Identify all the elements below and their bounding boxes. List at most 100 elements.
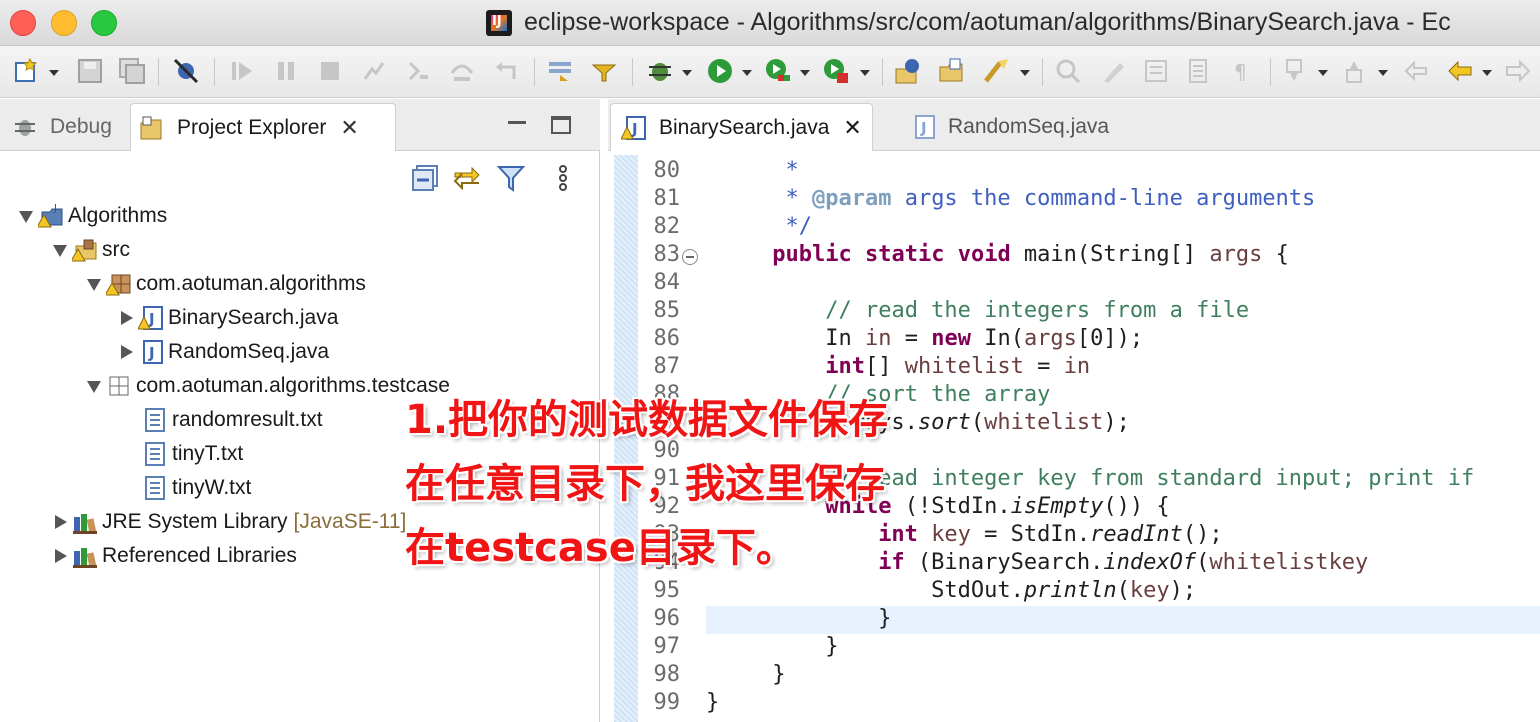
use-step-filters-icon[interactable] xyxy=(590,57,618,85)
toolbar-separator xyxy=(534,58,535,86)
search-icon[interactable] xyxy=(982,57,1010,85)
coverage-dropdown-icon[interactable] xyxy=(800,70,810,76)
open-type-icon[interactable] xyxy=(938,57,966,85)
toggle-block-selection-icon[interactable] xyxy=(1100,57,1128,85)
tree-item-label: src xyxy=(102,238,130,261)
tree-item-tinyt[interactable]: tinyT.txt xyxy=(142,437,243,471)
back-icon[interactable] xyxy=(1446,57,1474,85)
code-line[interactable]: StdOut.println(key); xyxy=(706,578,1196,606)
code-line[interactable]: * @param args the command-line arguments xyxy=(706,186,1315,214)
title-bar: eclipse-workspace - Algorithms/src/com/a… xyxy=(0,0,1540,46)
toolbar-separator xyxy=(1270,58,1271,86)
code-line[interactable]: // read the integers from a file xyxy=(706,298,1249,326)
expand-toggle-icon[interactable] xyxy=(118,344,134,360)
link-with-editor-icon[interactable] xyxy=(452,163,482,193)
save-icon[interactable] xyxy=(76,57,104,85)
tab-randomseq-java[interactable]: J RandomSeq.java xyxy=(900,103,1119,151)
new-icon[interactable] xyxy=(12,57,40,85)
debug-icon[interactable] xyxy=(646,57,674,85)
maximize-view-button[interactable] xyxy=(551,116,571,134)
show-whitespace-icon[interactable] xyxy=(1142,57,1170,85)
tree-item-src[interactable]: src xyxy=(52,233,130,267)
disconnect-icon[interactable] xyxy=(360,57,388,85)
back-dropdown-icon[interactable] xyxy=(1482,70,1492,76)
code-line[interactable]: int[] whitelist = in xyxy=(706,354,1090,382)
next-annotation-icon[interactable] xyxy=(1282,57,1310,85)
external-tools-icon[interactable] xyxy=(822,57,850,85)
code-line[interactable]: In in = new In(args[0]); xyxy=(706,326,1143,354)
expand-toggle-icon[interactable] xyxy=(86,378,102,394)
code-line[interactable]: } xyxy=(706,690,719,718)
previous-annotation-dropdown-icon[interactable] xyxy=(1378,70,1388,76)
search-dropdown-icon[interactable] xyxy=(1020,70,1030,76)
minimize-window-button[interactable] xyxy=(51,10,77,36)
terminate-icon[interactable] xyxy=(316,57,344,85)
tree-item-randomseq[interactable]: J RandomSeq.java xyxy=(118,335,329,369)
zoom-window-button[interactable] xyxy=(91,10,117,36)
expand-toggle-icon[interactable] xyxy=(52,242,68,258)
tree-item-package-testcase[interactable]: com.aotuman.algorithms.testcase xyxy=(86,369,450,403)
tree-item-binarysearch[interactable]: J BinarySearch.java xyxy=(118,301,338,335)
code-line[interactable]: */ xyxy=(706,214,812,242)
filter-icon[interactable] xyxy=(496,163,526,193)
tree-item-label: BinarySearch.java xyxy=(168,306,339,329)
close-icon[interactable]: ✕ xyxy=(843,115,861,141)
code-line[interactable]: * xyxy=(706,158,798,186)
show-line-numbers-icon[interactable] xyxy=(1184,57,1212,85)
expand-toggle-icon[interactable] xyxy=(52,514,68,530)
step-return-icon[interactable] xyxy=(492,57,520,85)
tree-item-referenced-libraries[interactable]: Referenced Libraries xyxy=(52,539,297,573)
suspend-icon[interactable] xyxy=(272,57,300,85)
tree-item-tinyw[interactable]: tinyW.txt xyxy=(142,471,251,505)
new-dropdown-icon[interactable] xyxy=(49,70,59,76)
toggle-mark-occurrences-icon[interactable] xyxy=(1054,57,1082,85)
line-number: 81 xyxy=(653,186,681,211)
last-edit-location-icon[interactable] xyxy=(1402,57,1430,85)
resume-icon[interactable] xyxy=(228,57,256,85)
bug-icon xyxy=(12,114,38,140)
drop-to-frame-icon[interactable] xyxy=(546,57,574,85)
save-all-icon[interactable] xyxy=(118,57,146,85)
line-number: 82 xyxy=(653,214,681,239)
step-into-icon[interactable] xyxy=(404,57,432,85)
tree-item-label: Algorithms xyxy=(68,204,168,227)
close-window-button[interactable] xyxy=(10,10,36,36)
close-icon[interactable]: ✕ xyxy=(340,115,358,141)
expand-toggle-icon[interactable] xyxy=(86,276,102,292)
fold-collapse-icon[interactable] xyxy=(682,249,698,265)
expand-toggle-icon[interactable] xyxy=(52,548,68,564)
debug-dropdown-icon[interactable] xyxy=(682,70,692,76)
collapse-all-icon[interactable] xyxy=(410,163,440,193)
tab-binarysearch-java[interactable]: J BinarySearch.java ✕ xyxy=(610,103,873,151)
tab-debug[interactable]: Debug xyxy=(4,103,120,151)
run-icon[interactable] xyxy=(706,57,734,85)
coverage-icon[interactable] xyxy=(764,57,792,85)
expand-toggle-icon[interactable] xyxy=(118,310,134,326)
code-line[interactable]: public static void main(String[] args { xyxy=(706,242,1289,270)
forward-icon[interactable] xyxy=(1504,57,1532,85)
library-icon xyxy=(72,509,98,535)
code-line[interactable]: } xyxy=(706,662,785,690)
tree-item-algorithms[interactable]: J Algorithms xyxy=(18,199,167,233)
tab-label: RandomSeq.java xyxy=(948,115,1110,138)
next-annotation-dropdown-icon[interactable] xyxy=(1318,70,1328,76)
tree-item-jre-library[interactable]: JRE System Library [JavaSE-11] xyxy=(52,505,406,539)
code-line[interactable]: } xyxy=(706,606,891,634)
minimize-view-button[interactable] xyxy=(508,121,526,124)
run-dropdown-icon[interactable] xyxy=(742,70,752,76)
view-menu-icon[interactable] xyxy=(548,163,578,193)
code-line[interactable]: } xyxy=(706,634,838,662)
external-tools-dropdown-icon[interactable] xyxy=(860,70,870,76)
project-explorer-icon xyxy=(139,115,165,141)
svg-text:J: J xyxy=(631,120,638,138)
tab-project-explorer[interactable]: Project Explorer ✕ xyxy=(130,103,396,151)
library-icon xyxy=(72,543,98,569)
step-over-icon[interactable] xyxy=(448,57,476,85)
previous-annotation-icon[interactable] xyxy=(1342,57,1370,85)
tree-item-randomresult[interactable]: randomresult.txt xyxy=(142,403,323,437)
new-java-package-icon[interactable] xyxy=(894,57,922,85)
skip-breakpoints-icon[interactable] xyxy=(172,57,200,85)
paragraph-mark-icon[interactable]: ¶ xyxy=(1228,57,1256,85)
expand-toggle-icon[interactable] xyxy=(18,208,34,224)
tree-item-package-algorithms[interactable]: com.aotuman.algorithms xyxy=(86,267,366,301)
